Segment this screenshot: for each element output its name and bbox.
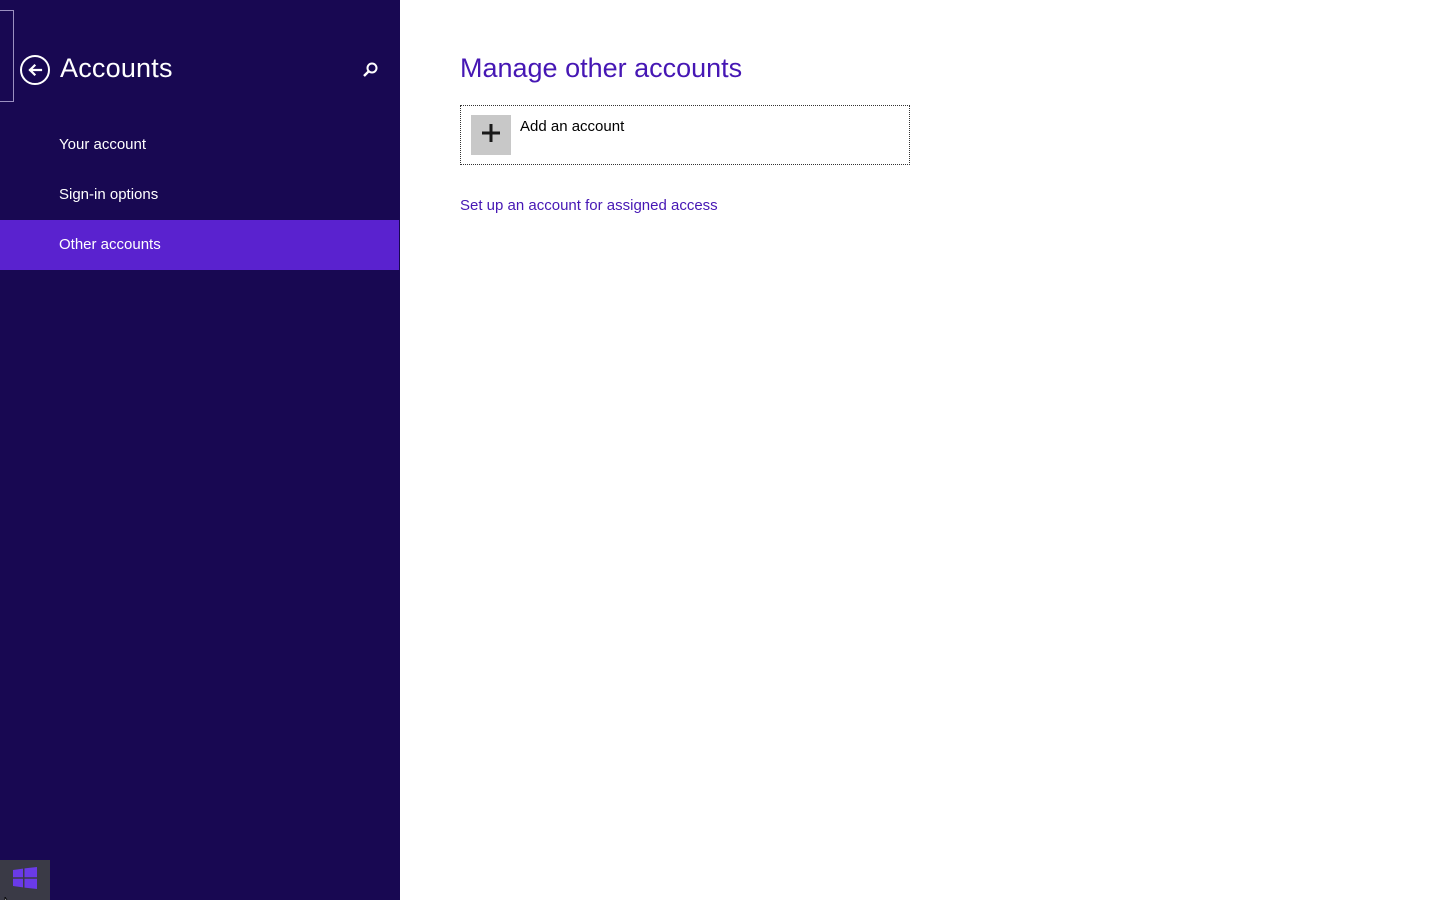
nav-item-other-accounts[interactable]: Other accounts bbox=[0, 220, 399, 270]
back-arrow-circle-icon bbox=[26, 61, 44, 79]
nav-list: Your account Sign-in options Other accou… bbox=[0, 120, 400, 270]
search-button[interactable] bbox=[360, 60, 380, 80]
add-account-button[interactable]: Add an account bbox=[460, 105, 910, 165]
windows-logo-icon bbox=[12, 866, 38, 894]
search-icon bbox=[360, 62, 380, 84]
add-account-label: Add an account bbox=[520, 118, 625, 135]
pane-title: Accounts bbox=[60, 53, 173, 83]
nav-item-label: Other accounts bbox=[59, 236, 161, 253]
pc-settings-window: Accounts Your account Sign-in options Ot… bbox=[0, 0, 1440, 900]
section-title: Manage other accounts bbox=[460, 53, 743, 83]
nav-item-label: Sign-in options bbox=[59, 186, 159, 203]
add-account-tile bbox=[471, 115, 511, 155]
mouse-pointer-icon bbox=[4, 892, 14, 900]
plus-icon bbox=[480, 122, 502, 149]
assigned-access-link[interactable]: Set up an account for assigned access bbox=[460, 197, 718, 214]
nav-item-label: Your account bbox=[59, 136, 147, 153]
left-navigation-pane: Accounts Your account Sign-in options Ot… bbox=[0, 0, 400, 900]
main-content: Manage other accounts Add an account Set… bbox=[400, 0, 1440, 900]
nav-item-sign-in-options[interactable]: Sign-in options bbox=[0, 170, 400, 220]
edge-marker bbox=[0, 10, 14, 102]
nav-item-your-account[interactable]: Your account bbox=[0, 120, 400, 170]
back-button[interactable] bbox=[20, 55, 50, 85]
